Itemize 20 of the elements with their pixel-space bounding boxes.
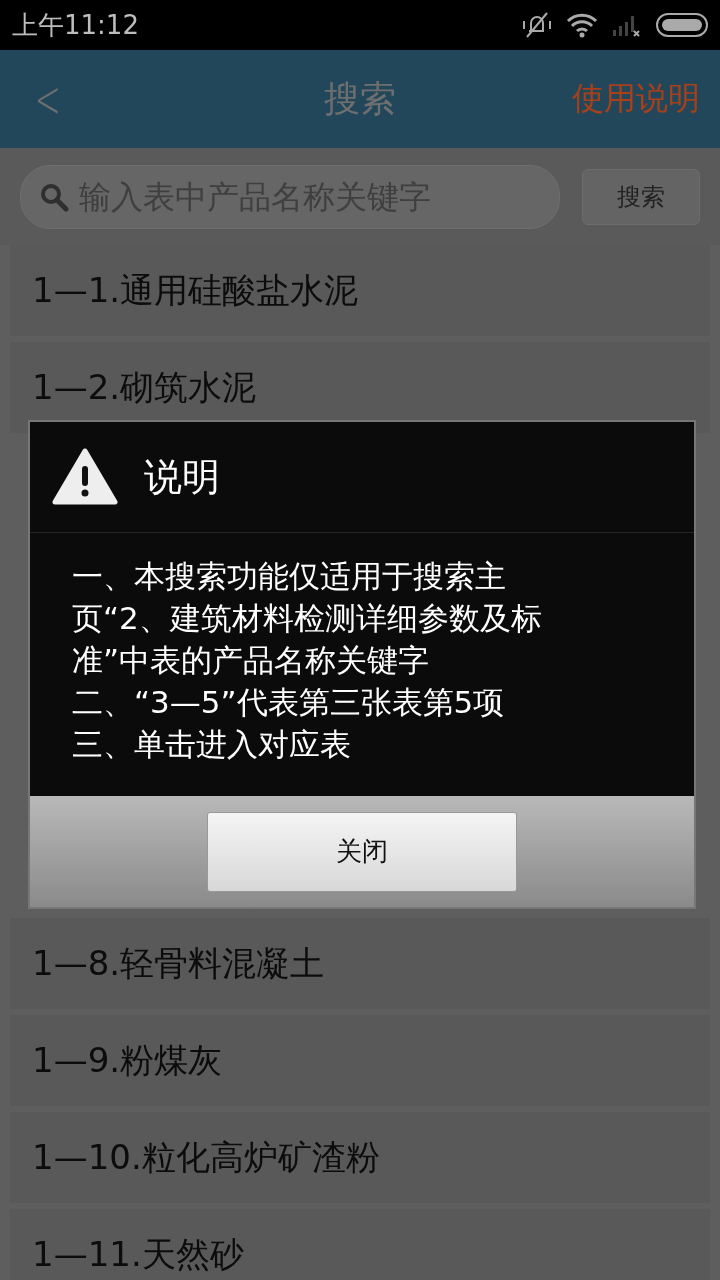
back-button[interactable]: < — [34, 69, 61, 129]
dialog-text: 一、本搜索功能仅适用于搜索主页“2、建筑材料检测详细参数及标准”中表的产品名称关键字 — [72, 557, 543, 680]
wifi-icon — [566, 12, 598, 38]
dialog-text: 二、“3—5”代表第三张表第5项 — [72, 683, 506, 722]
list-item[interactable]: 1—11.天然砂 — [10, 1209, 710, 1280]
search-icon — [39, 181, 69, 212]
page-title: 搜索 — [324, 76, 396, 121]
list-item[interactable]: 1—10.粒化高炉矿渣粉 — [10, 1112, 710, 1203]
battery-icon — [656, 12, 708, 38]
dialog-text: 三、单击进入对应表 — [72, 725, 352, 764]
status-time: 上午11:12 — [12, 8, 139, 42]
help-link[interactable]: 使用说明 — [572, 77, 700, 121]
list-item[interactable]: 1—8.轻骨料混凝土 — [10, 918, 710, 1009]
mute-bell-icon — [522, 11, 552, 39]
dialog-title: 说明 — [144, 453, 220, 501]
search-button[interactable]: 搜索 — [582, 168, 700, 225]
list-item[interactable]: 1—1.通用硅酸盐水泥 — [10, 245, 710, 336]
close-button[interactable]: 关闭 — [207, 811, 517, 892]
warning-icon — [52, 448, 118, 506]
list-item[interactable]: 1—9.粉煤灰 — [10, 1015, 710, 1106]
